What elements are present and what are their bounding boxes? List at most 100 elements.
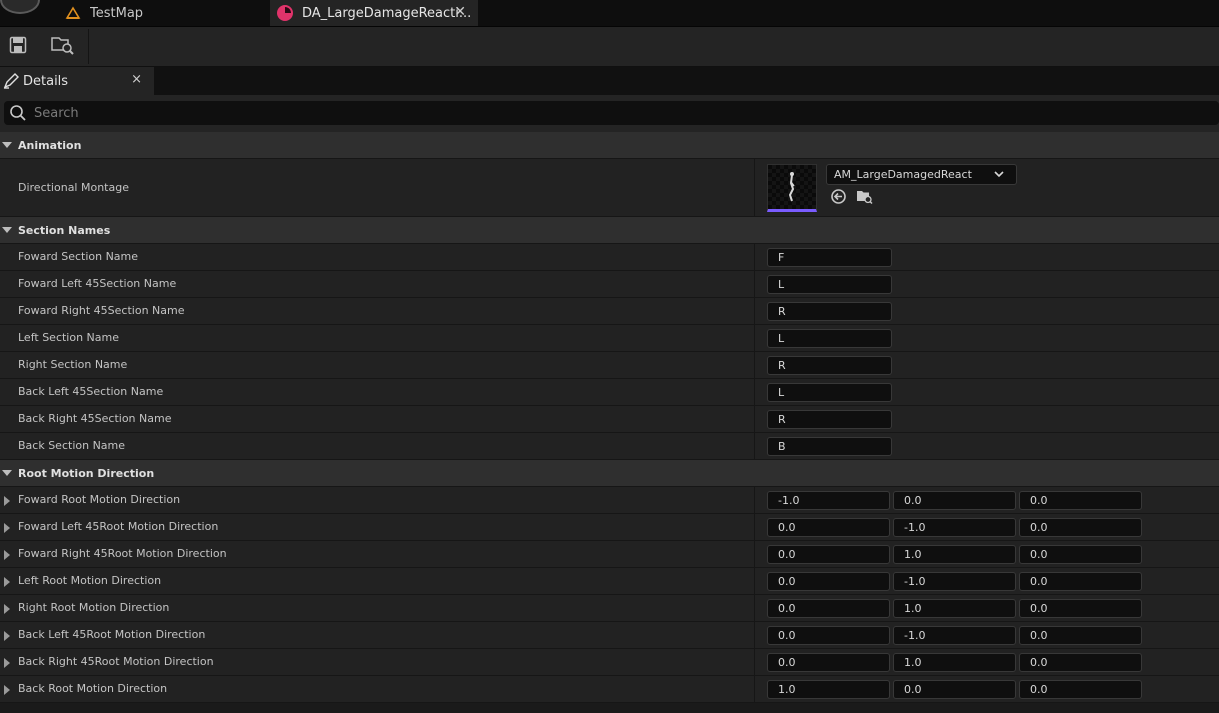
category-section-names[interactable]: Section Names <box>0 217 1219 244</box>
vector-y-input[interactable]: 0.0 <box>893 680 1016 699</box>
column-splitter[interactable] <box>754 244 755 270</box>
browse-to-asset-button[interactable] <box>856 190 873 207</box>
browse-folder-icon <box>856 188 873 209</box>
expand-arrow-icon[interactable] <box>4 658 10 668</box>
section-name-input[interactable]: B <box>767 437 892 456</box>
browse-asset-button[interactable] <box>50 36 76 58</box>
property-row-section-name: Back Left 45Section Name L <box>0 379 1219 406</box>
tab-data-asset[interactable]: DA_LargeDamageReacti... ✕ <box>270 0 478 26</box>
expand-arrow-icon[interactable] <box>4 496 10 506</box>
montage-thumbnail[interactable] <box>767 164 817 212</box>
close-tab-icon[interactable]: ✕ <box>454 4 466 20</box>
montage-asset-picker[interactable]: AM_LargeDamagedReact <box>826 164 1017 185</box>
property-row-root-motion: Back Right 45Root Motion Direction 0.0 1… <box>0 649 1219 676</box>
vector-y-input[interactable]: 1.0 <box>893 545 1016 564</box>
column-splitter[interactable] <box>754 541 755 567</box>
property-label: Back Root Motion Direction <box>18 682 168 695</box>
property-grid: Animation Directional Montage AM_LargeDa… <box>0 132 1219 713</box>
vector-x-input[interactable]: 0.0 <box>767 626 890 645</box>
details-search-bar <box>0 95 1219 132</box>
section-name-input[interactable]: R <box>767 356 892 375</box>
close-icon[interactable]: × <box>131 72 142 87</box>
asset-toolbar <box>0 27 1219 67</box>
column-splitter[interactable] <box>754 514 755 540</box>
vector-z-input[interactable]: 0.0 <box>1019 653 1142 672</box>
column-splitter[interactable] <box>754 622 755 648</box>
section-name-input[interactable]: L <box>767 275 892 294</box>
property-row-section-name: Back Section Name B <box>0 433 1219 460</box>
vector-z-input[interactable]: 0.0 <box>1019 491 1142 510</box>
expand-arrow-icon[interactable] <box>4 631 10 641</box>
save-button[interactable] <box>7 36 29 58</box>
column-splitter[interactable] <box>754 676 755 702</box>
property-label: Foward Right 45Root Motion Direction <box>18 547 227 560</box>
property-row-root-motion: Back Left 45Root Motion Direction 0.0 -1… <box>0 622 1219 649</box>
column-splitter[interactable] <box>754 352 755 378</box>
use-selected-asset-button[interactable] <box>830 189 847 207</box>
category-animation[interactable]: Animation <box>0 132 1219 159</box>
vector-x-input[interactable]: 0.0 <box>767 572 890 591</box>
column-splitter[interactable] <box>754 568 755 594</box>
vector-z-input[interactable]: 0.0 <box>1019 545 1142 564</box>
expand-arrow-icon[interactable] <box>4 685 10 695</box>
vector-y-input[interactable]: 1.0 <box>893 653 1016 672</box>
section-name-input[interactable]: L <box>767 383 892 402</box>
column-splitter[interactable] <box>754 433 755 459</box>
vector-y-input[interactable]: 1.0 <box>893 599 1016 618</box>
vector-z-input[interactable]: 0.0 <box>1019 518 1142 537</box>
property-label: Back Left 45Root Motion Direction <box>18 628 206 641</box>
property-row-section-name: Foward Section Name F <box>0 244 1219 271</box>
property-label: Foward Section Name <box>18 250 139 263</box>
property-label: Left Root Motion Direction <box>18 574 162 587</box>
vector-y-input[interactable]: -1.0 <box>893 572 1016 591</box>
chevron-down-icon <box>992 167 1006 181</box>
property-row-section-name: Foward Left 45Section Name L <box>0 271 1219 298</box>
vector-y-input[interactable]: -1.0 <box>893 518 1016 537</box>
save-icon <box>9 36 27 58</box>
property-label: Foward Left 45Section Name <box>18 277 177 290</box>
section-name-input[interactable]: R <box>767 410 892 429</box>
property-label: Back Right 45Root Motion Direction <box>18 655 214 668</box>
category-root-motion-direction[interactable]: Root Motion Direction <box>0 460 1219 487</box>
vector-x-input[interactable]: 0.0 <box>767 518 890 537</box>
section-name-input[interactable]: L <box>767 329 892 348</box>
expand-arrow-icon[interactable] <box>4 577 10 587</box>
column-splitter[interactable] <box>754 406 755 432</box>
vector-y-input[interactable]: 0.0 <box>893 491 1016 510</box>
vector-z-input[interactable]: 0.0 <box>1019 572 1142 591</box>
column-splitter[interactable] <box>754 487 755 513</box>
vector-x-input[interactable]: 0.0 <box>767 545 890 564</box>
editor-window: TestMap DA_LargeDamageReacti... ✕ Detail… <box>0 0 1219 713</box>
section-name-input[interactable]: F <box>767 248 892 267</box>
data-asset-icon <box>276 4 294 22</box>
column-splitter[interactable] <box>754 595 755 621</box>
section-name-input[interactable]: R <box>767 302 892 321</box>
search-box <box>4 101 1219 125</box>
column-splitter[interactable] <box>754 298 755 324</box>
column-splitter[interactable] <box>754 271 755 297</box>
vector-z-input[interactable]: 0.0 <box>1019 680 1142 699</box>
vector-x-input[interactable]: 1.0 <box>767 680 890 699</box>
column-splitter[interactable] <box>754 379 755 405</box>
expand-arrow-icon[interactable] <box>4 604 10 614</box>
property-label: Foward Left 45Root Motion Direction <box>18 520 219 533</box>
search-input[interactable] <box>32 104 1219 122</box>
vector-x-input[interactable]: 0.0 <box>767 653 890 672</box>
vector-x-input[interactable]: 0.0 <box>767 599 890 618</box>
category-label: Root Motion Direction <box>18 466 155 480</box>
expand-arrow-icon[interactable] <box>4 550 10 560</box>
details-tab-bar: Details × <box>0 67 1219 95</box>
column-splitter[interactable] <box>754 159 755 216</box>
tab-details[interactable]: Details × <box>0 67 154 95</box>
property-label: Back Right 45Section Name <box>18 412 172 425</box>
vector-z-input[interactable]: 0.0 <box>1019 599 1142 618</box>
column-splitter[interactable] <box>754 649 755 675</box>
vector-z-input[interactable]: 0.0 <box>1019 626 1142 645</box>
unreal-logo-icon[interactable] <box>0 0 40 14</box>
expand-arrow-icon[interactable] <box>4 523 10 533</box>
vector-y-input[interactable]: -1.0 <box>893 626 1016 645</box>
column-splitter[interactable] <box>754 325 755 351</box>
property-label: Foward Root Motion Direction <box>18 493 181 506</box>
vector-x-input[interactable]: -1.0 <box>767 491 890 510</box>
tab-testmap[interactable]: TestMap <box>58 0 266 26</box>
